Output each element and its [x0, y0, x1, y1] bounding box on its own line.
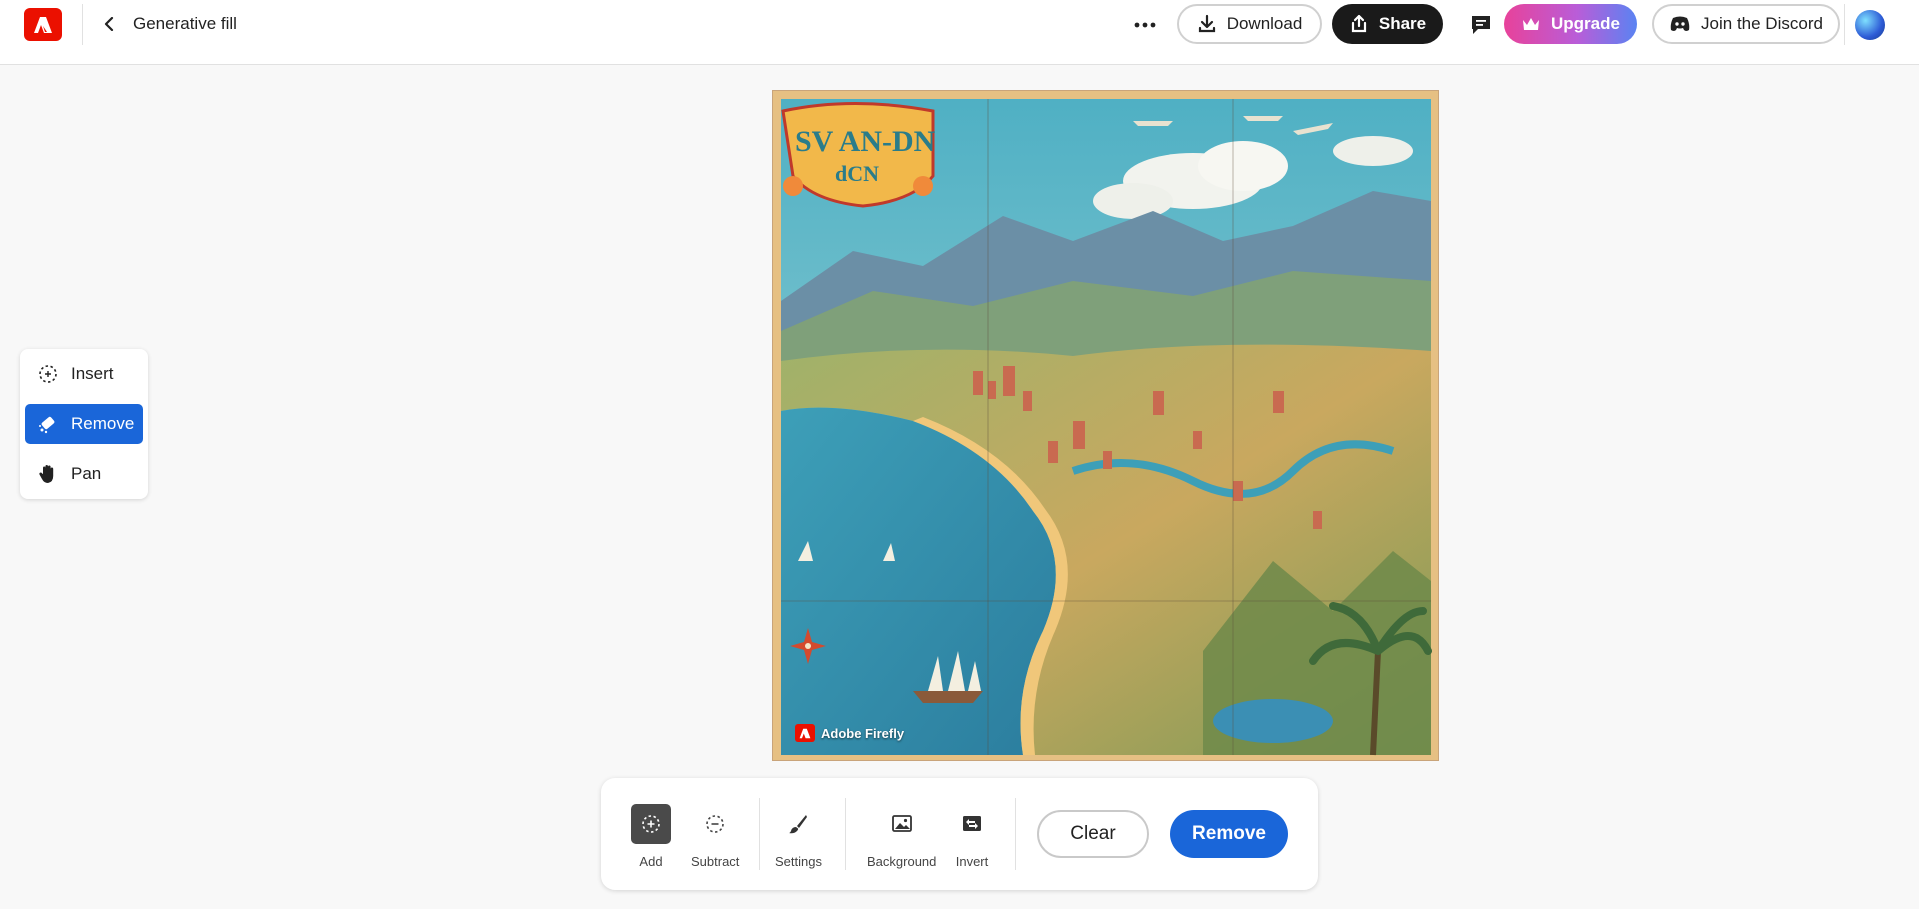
share-label: Share — [1378, 14, 1427, 33]
toolbar-divider — [845, 798, 846, 870]
tool-insert-label: Insert — [71, 364, 114, 383]
download-label: Download — [1226, 14, 1303, 33]
invert-icon-box — [952, 804, 992, 844]
comment-icon — [1472, 16, 1490, 34]
clear-button[interactable]: Clear — [1037, 810, 1149, 858]
adobe-logo[interactable] — [24, 8, 62, 41]
toolbar-divider — [1015, 798, 1016, 870]
comments-button[interactable] — [1468, 12, 1494, 38]
watermark-text: Adobe Firefly — [821, 725, 905, 741]
upgrade-button[interactable]: Upgrade — [1504, 4, 1637, 44]
more-options-button[interactable] — [1132, 12, 1158, 38]
add-brush-icon — [642, 815, 660, 833]
app-header: Generative fill Download Share Upgrade J… — [0, 0, 1919, 65]
subtract-brush-icon-box — [695, 804, 735, 844]
toolbar-divider — [759, 798, 760, 870]
invert-label: Invert — [955, 854, 989, 869]
subtract-brush-button[interactable]: Subtract — [691, 804, 739, 869]
add-brush-icon-box — [631, 804, 671, 844]
tool-remove[interactable]: Remove — [25, 404, 143, 444]
back-button[interactable] — [98, 12, 120, 36]
subtract-brush-icon — [706, 815, 725, 833]
remove-button[interactable]: Remove — [1170, 810, 1288, 858]
tool-pan-label: Pan — [71, 464, 102, 483]
background-button[interactable]: Background — [867, 804, 936, 869]
invert-selection-icon — [963, 816, 981, 831]
brush-icon — [789, 815, 808, 834]
settings-label: Settings — [775, 854, 822, 869]
remove-eraser-icon — [39, 416, 55, 434]
firefly-watermark: Adobe Firefly — [795, 724, 904, 742]
hand-icon — [39, 465, 54, 483]
tool-panel: Insert Remove Pan — [20, 349, 148, 499]
tool-pan[interactable]: Pan — [25, 454, 143, 494]
map-title-line2: dCN — [835, 161, 879, 186]
bottom-toolbar: Add Subtract Settings Background Invert … — [601, 778, 1318, 890]
discord-icon — [1670, 16, 1690, 31]
adobe-firefly-logo — [795, 724, 815, 742]
brush-settings-icon-box — [778, 804, 818, 844]
discord-label: Join the Discord — [1701, 14, 1823, 33]
background-image-icon — [891, 815, 912, 832]
tool-insert[interactable]: Insert — [25, 354, 143, 394]
canvas-image[interactable]: SV AN-DN dCN Adobe Firefly — [772, 90, 1439, 761]
more-horizontal-icon — [1134, 22, 1156, 28]
add-label: Add — [639, 854, 663, 869]
header-divider — [82, 4, 83, 45]
map-title-line1: SV AN-DN — [795, 125, 936, 158]
tool-remove-label: Remove — [71, 414, 135, 433]
share-icon — [1351, 14, 1366, 33]
upgrade-label: Upgrade — [1551, 14, 1620, 33]
background-label: Background — [867, 854, 937, 869]
add-brush-button[interactable]: Add — [631, 804, 671, 869]
insert-icon — [39, 365, 57, 383]
download-icon — [1198, 14, 1215, 33]
vintage-map-illustration: SV AN-DN dCN — [773, 91, 1438, 760]
share-button[interactable]: Share — [1332, 4, 1443, 44]
header-divider — [1844, 4, 1845, 45]
background-icon-box — [882, 804, 922, 844]
page-title: Generative fill — [133, 14, 237, 33]
join-discord-button[interactable]: Join the Discord — [1652, 4, 1840, 44]
subtract-label: Subtract — [691, 854, 740, 869]
invert-button[interactable]: Invert — [952, 804, 992, 869]
adobe-a-icon — [34, 16, 52, 33]
download-button[interactable]: Download — [1177, 4, 1322, 44]
chevron-left-icon — [104, 17, 114, 31]
brush-settings-button[interactable]: Settings — [775, 804, 822, 869]
user-avatar[interactable] — [1855, 10, 1885, 40]
crown-icon — [1523, 18, 1540, 30]
